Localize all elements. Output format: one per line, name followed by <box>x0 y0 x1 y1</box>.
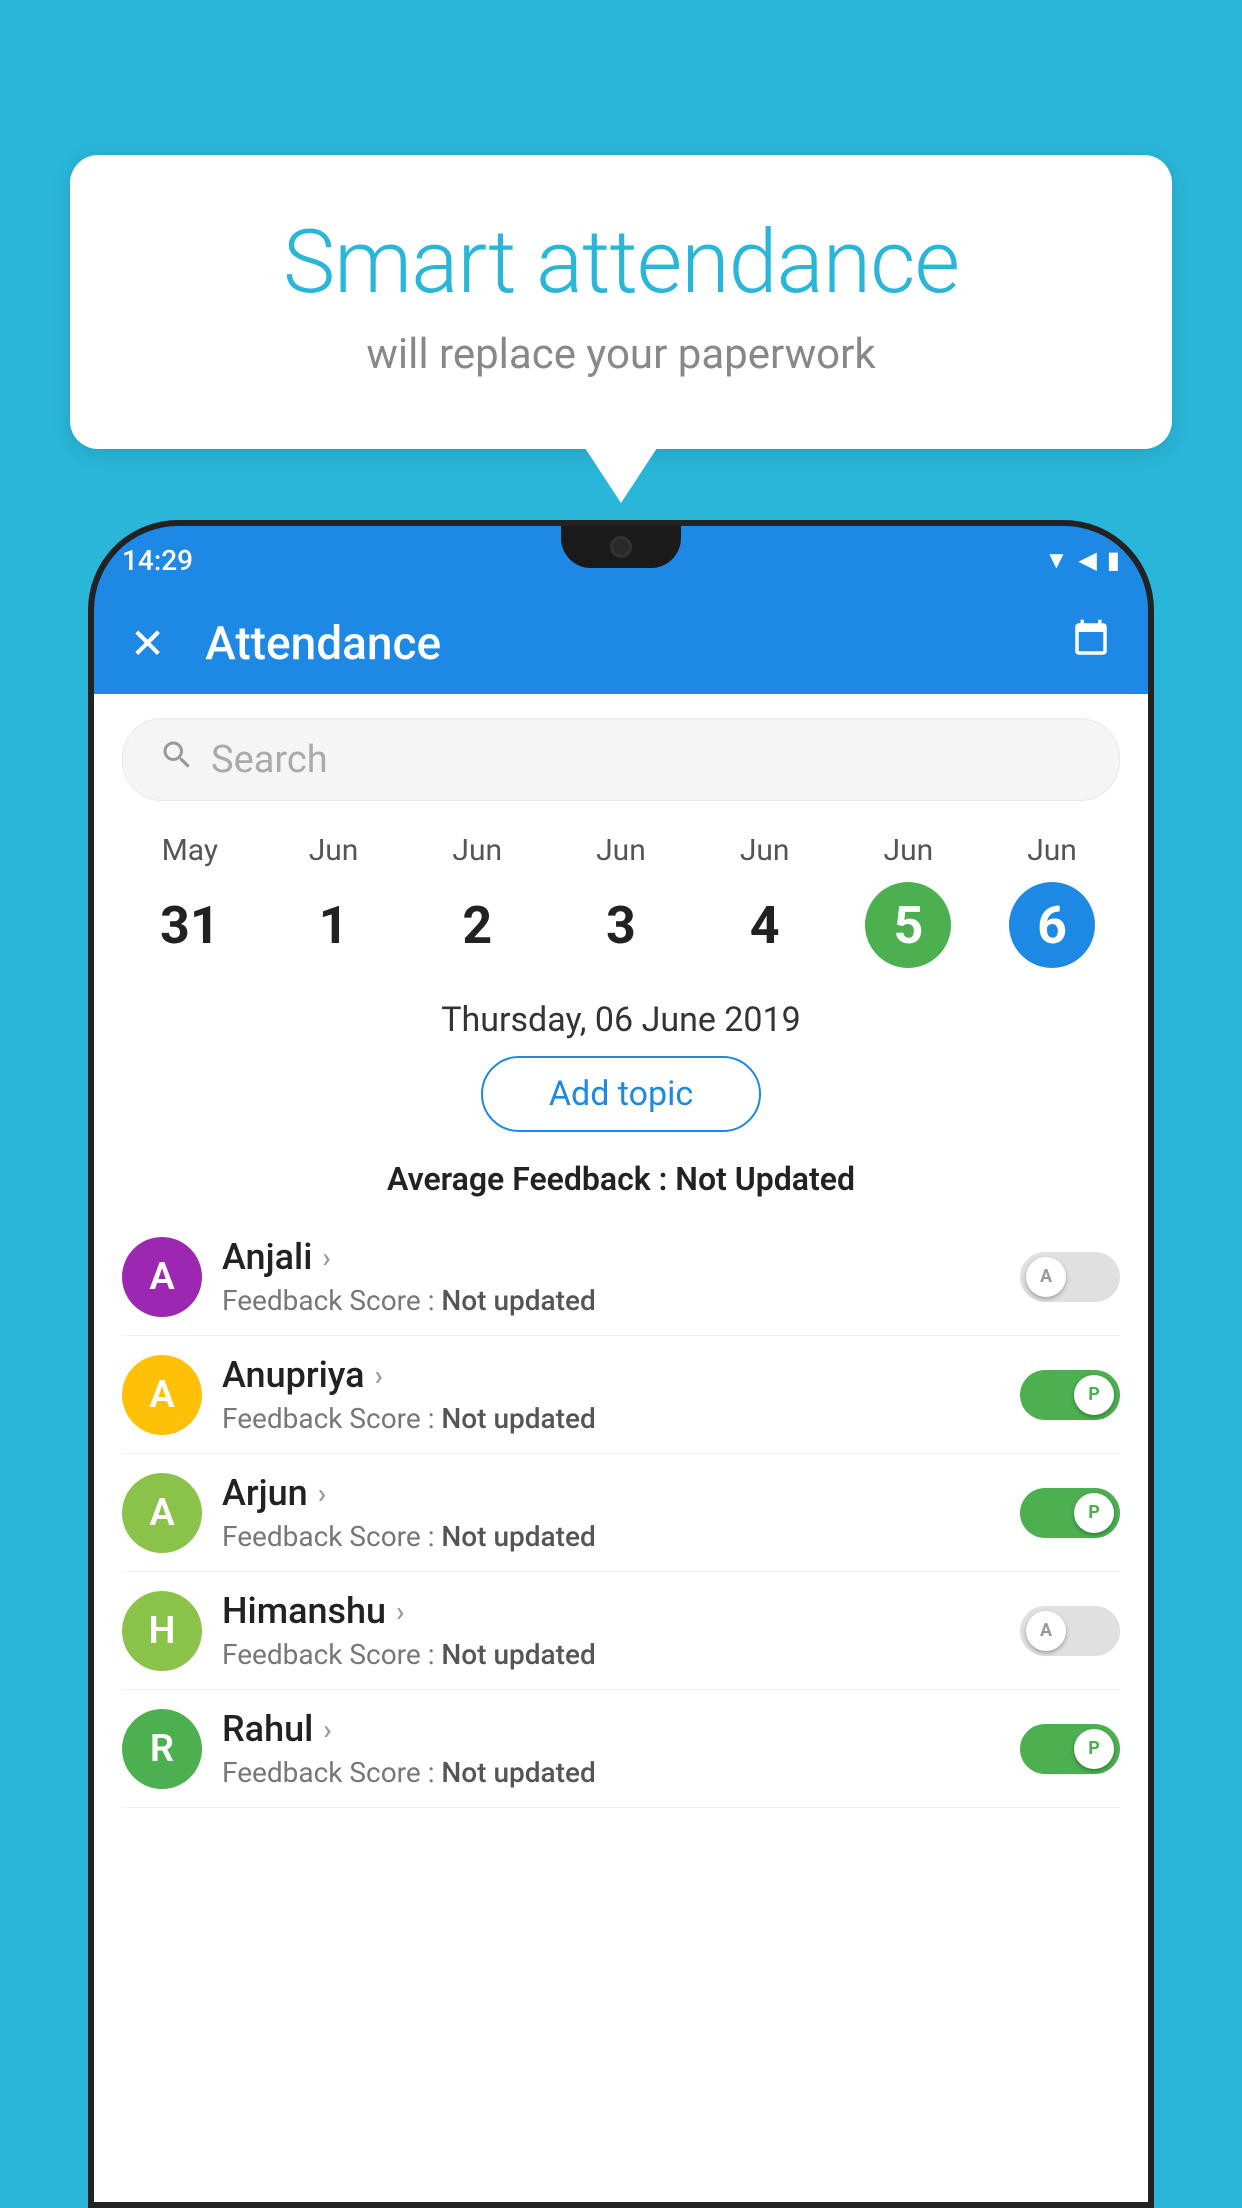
speech-bubble: Smart attendance will replace your paper… <box>70 155 1172 449</box>
student-avatar: A <box>122 1237 202 1317</box>
front-camera <box>610 536 632 558</box>
avg-feedback-label: Average Feedback : <box>387 1160 667 1198</box>
app-header: ✕ Attendance <box>94 594 1148 694</box>
student-info: Arjun › Feedback Score : Not updated <box>222 1472 1000 1553</box>
calendar-icon[interactable] <box>1070 618 1112 670</box>
student-info: Rahul › Feedback Score : Not updated <box>222 1708 1000 1789</box>
bubble-title: Smart attendance <box>150 215 1092 312</box>
student-name: Himanshu › <box>222 1590 1000 1632</box>
student-avatar: A <box>122 1473 202 1553</box>
chevron-icon: › <box>396 1595 404 1628</box>
notch <box>561 526 681 568</box>
cal-month-label: Jun <box>309 833 359 868</box>
student-avatar: R <box>122 1709 202 1789</box>
cal-month-label: Jun <box>452 833 502 868</box>
calendar-day-0[interactable]: May 31 <box>135 833 245 968</box>
chevron-icon: › <box>322 1241 330 1274</box>
bubble-subtitle: will replace your paperwork <box>150 330 1092 379</box>
student-item[interactable]: A Arjun › Feedback Score : Not updated P <box>122 1454 1120 1572</box>
student-info: Anjali › Feedback Score : Not updated <box>222 1236 1000 1317</box>
cal-date-number: 1 <box>291 882 377 968</box>
chevron-icon: › <box>318 1477 326 1510</box>
attendance-toggle[interactable]: A <box>1020 1606 1120 1656</box>
selected-date-label: Thursday, 06 June 2019 <box>94 992 1148 1056</box>
student-info: Anupriya › Feedback Score : Not updated <box>222 1354 1000 1435</box>
add-topic-button[interactable]: Add topic <box>481 1056 761 1132</box>
status-bar: 14:29 ▼ ◀ ▮ <box>94 526 1148 594</box>
student-name: Arjun › <box>222 1472 1000 1514</box>
calendar-day-5[interactable]: Jun 5 <box>853 833 963 968</box>
cal-date-number: 5 <box>865 882 951 968</box>
calendar-strip: May 31 Jun 1 Jun 2 Jun 3 Jun 4 Jun 5 Jun 6 <box>94 817 1148 992</box>
cal-date-number: 4 <box>722 882 808 968</box>
feedback-score: Feedback Score : Not updated <box>222 1520 1000 1553</box>
signal-icon: ◀ <box>1078 546 1096 574</box>
status-time: 14:29 <box>122 544 193 577</box>
chevron-icon: › <box>323 1713 331 1746</box>
cal-month-label: Jun <box>884 833 934 868</box>
battery-icon: ▮ <box>1107 546 1120 574</box>
cal-month-label: Jun <box>596 833 646 868</box>
feedback-score: Feedback Score : Not updated <box>222 1756 1000 1789</box>
attendance-toggle[interactable]: P <box>1020 1488 1120 1538</box>
student-item[interactable]: H Himanshu › Feedback Score : Not updated A <box>122 1572 1120 1690</box>
student-item[interactable]: R Rahul › Feedback Score : Not updated P <box>122 1690 1120 1808</box>
cal-month-label: Jun <box>740 833 790 868</box>
calendar-day-4[interactable]: Jun 4 <box>710 833 820 968</box>
student-item[interactable]: A Anjali › Feedback Score : Not updated A <box>122 1218 1120 1336</box>
search-icon <box>159 737 195 782</box>
feedback-score: Feedback Score : Not updated <box>222 1638 1000 1671</box>
cal-date-number: 31 <box>147 882 233 968</box>
attendance-toggle[interactable]: P <box>1020 1724 1120 1774</box>
calendar-day-3[interactable]: Jun 3 <box>566 833 676 968</box>
student-avatar: A <box>122 1355 202 1435</box>
volume-down-button[interactable] <box>88 846 92 926</box>
cal-month-label: Jun <box>1027 833 1077 868</box>
student-name: Rahul › <box>222 1708 1000 1750</box>
cal-date-number: 6 <box>1009 882 1095 968</box>
cal-date-number: 2 <box>434 882 520 968</box>
calendar-day-1[interactable]: Jun 1 <box>279 833 389 968</box>
student-name: Anjali › <box>222 1236 1000 1278</box>
page-title: Attendance <box>205 617 1070 671</box>
student-avatar: H <box>122 1591 202 1671</box>
volume-up-button[interactable] <box>88 746 92 826</box>
attendance-toggle[interactable]: A <box>1020 1252 1120 1302</box>
app-content: Search May 31 Jun 1 Jun 2 Jun 3 Jun 4 Jun 5 Jun 6 Thu… <box>94 694 1148 2202</box>
close-button[interactable]: ✕ <box>130 619 165 669</box>
speech-bubble-container: Smart attendance will replace your paper… <box>70 155 1172 449</box>
chevron-icon: › <box>375 1359 383 1392</box>
avg-feedback: Average Feedback : Not Updated <box>94 1156 1148 1218</box>
student-name: Anupriya › <box>222 1354 1000 1396</box>
feedback-score: Feedback Score : Not updated <box>222 1284 1000 1317</box>
wifi-icon: ▼ <box>1045 546 1069 575</box>
cal-date-number: 3 <box>578 882 664 968</box>
attendance-toggle[interactable]: P <box>1020 1370 1120 1420</box>
status-icons: ▼ ◀ ▮ <box>1045 546 1120 575</box>
power-button[interactable] <box>1150 786 1154 906</box>
search-bar[interactable]: Search <box>122 718 1120 801</box>
student-list: AAnjali ›Feedback Score : Not updatedAAA… <box>94 1218 1148 1808</box>
feedback-score: Feedback Score : Not updated <box>222 1402 1000 1435</box>
calendar-day-2[interactable]: Jun 2 <box>422 833 532 968</box>
avg-feedback-value: Not Updated <box>675 1160 855 1198</box>
phone-frame: 14:29 ▼ ◀ ▮ ✕ Attendance Search <box>88 520 1154 2208</box>
student-item[interactable]: A Anupriya › Feedback Score : Not updated P <box>122 1336 1120 1454</box>
cal-month-label: May <box>162 833 218 868</box>
calendar-day-6[interactable]: Jun 6 <box>997 833 1107 968</box>
search-input[interactable]: Search <box>211 738 328 782</box>
student-info: Himanshu › Feedback Score : Not updated <box>222 1590 1000 1671</box>
